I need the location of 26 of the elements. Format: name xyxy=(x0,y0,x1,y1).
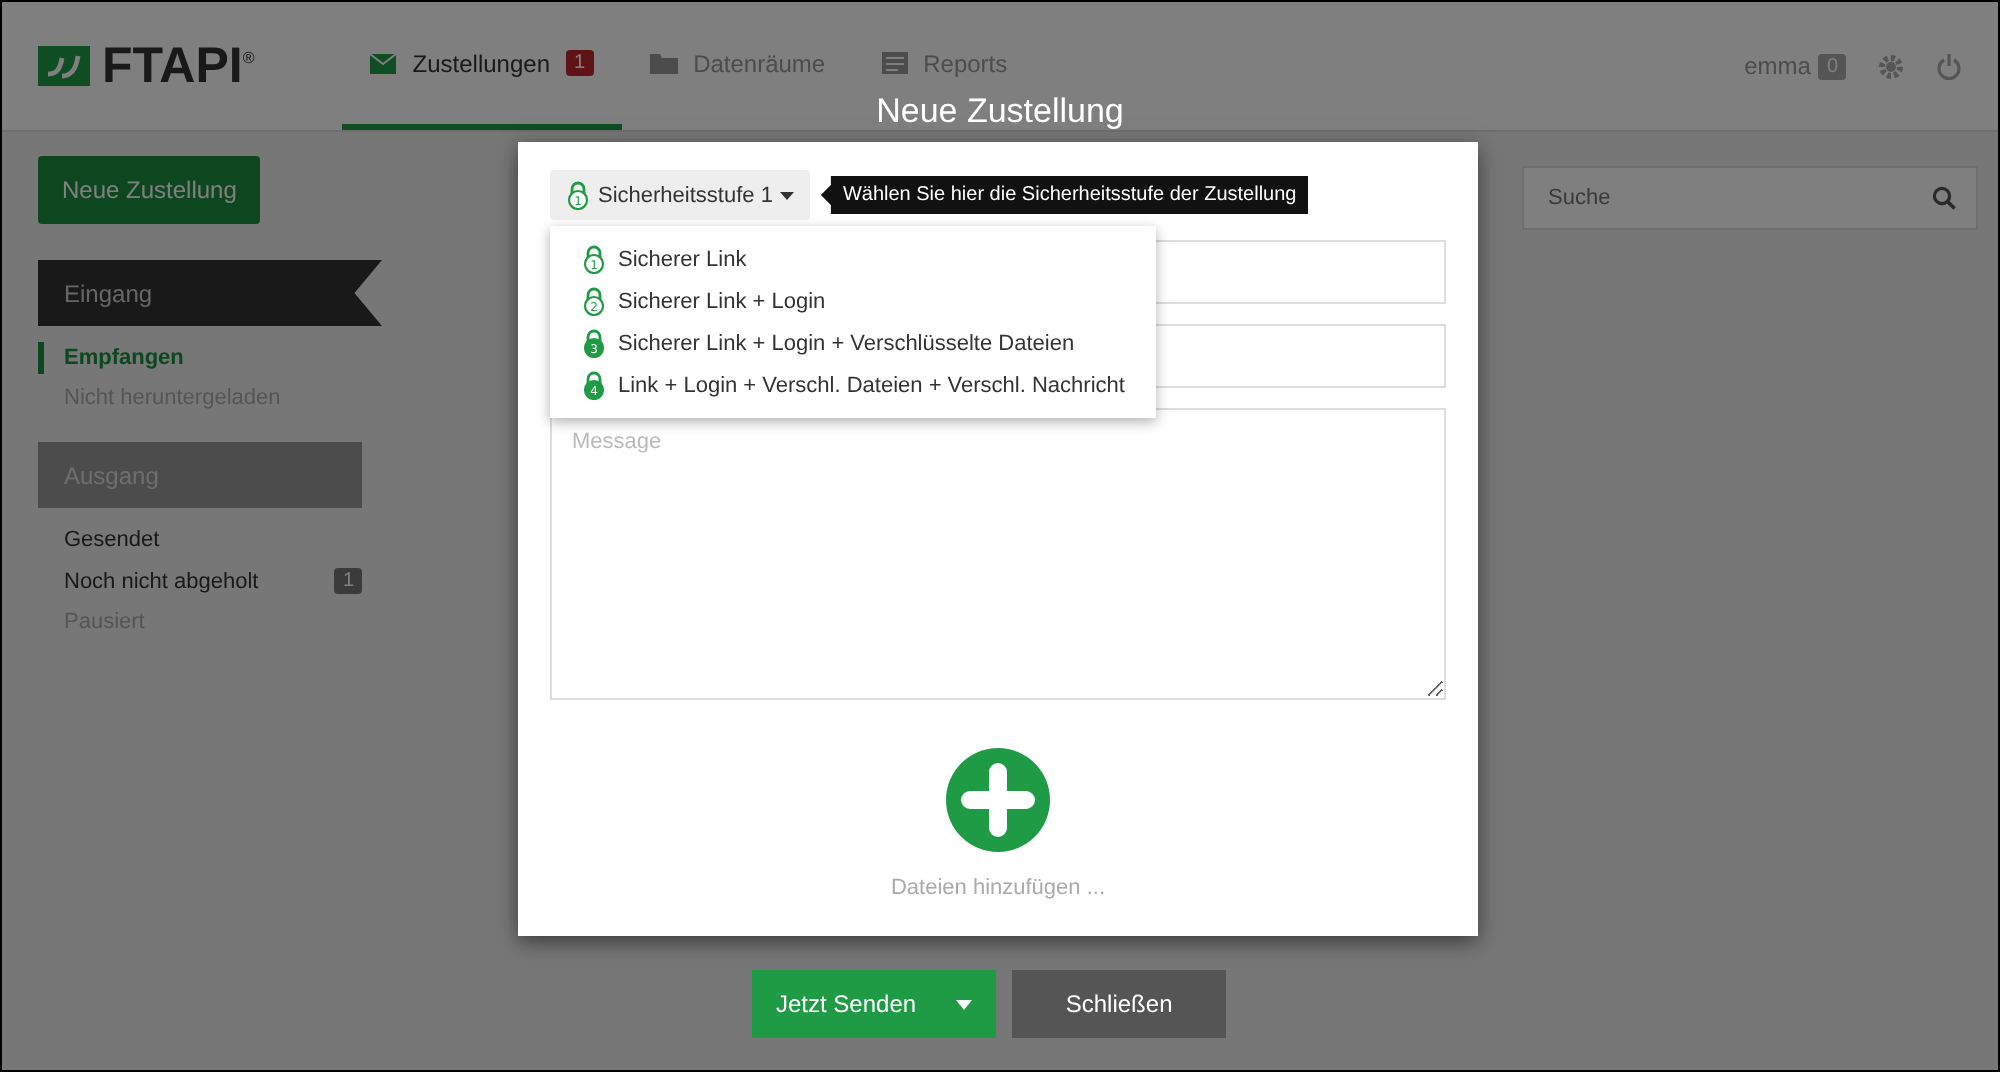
add-files-label: Dateien hinzufügen ... xyxy=(890,876,1106,900)
power-icon[interactable] xyxy=(1936,53,1962,79)
nav-tab[interactable]: Zustellungen 1 xyxy=(370,49,594,77)
envelope-icon xyxy=(370,53,397,73)
sidebar-item[interactable]: Empfangen xyxy=(38,342,362,374)
new-delivery-button[interactable]: Neue Zustellung xyxy=(38,156,261,224)
send-button[interactable]: Jetzt Senden xyxy=(752,970,997,1038)
sidebar-item[interactable]: Noch nicht abgeholt 1 xyxy=(38,564,362,598)
tooltip: Wählen Sie hier die Sicherheitsstufe der Zustellung xyxy=(820,176,1309,214)
report-icon xyxy=(881,52,908,74)
logo: FTAPI$^{®}$ xyxy=(38,37,255,95)
caret-icon xyxy=(956,999,973,1009)
count-badge: 1 xyxy=(334,568,362,594)
search-field[interactable]: Suche xyxy=(1522,166,1978,230)
sidebar-item[interactable]: Gesendet xyxy=(38,524,362,556)
sidebar-section-header[interactable]: Eingang xyxy=(38,260,382,326)
folder-icon xyxy=(649,53,678,73)
dialog-title: Neue Zustellung xyxy=(876,92,1124,132)
close-button[interactable]: Schließen xyxy=(1012,970,1227,1038)
search-icon xyxy=(1932,186,1956,210)
caret-icon xyxy=(780,191,795,199)
add-icon[interactable] xyxy=(946,748,1050,852)
search-input[interactable]: Suche xyxy=(1544,184,1932,212)
settings-icon[interactable] xyxy=(1878,53,1904,79)
message-field[interactable]: Message xyxy=(550,408,1446,700)
count-badge: 1 xyxy=(566,50,594,76)
